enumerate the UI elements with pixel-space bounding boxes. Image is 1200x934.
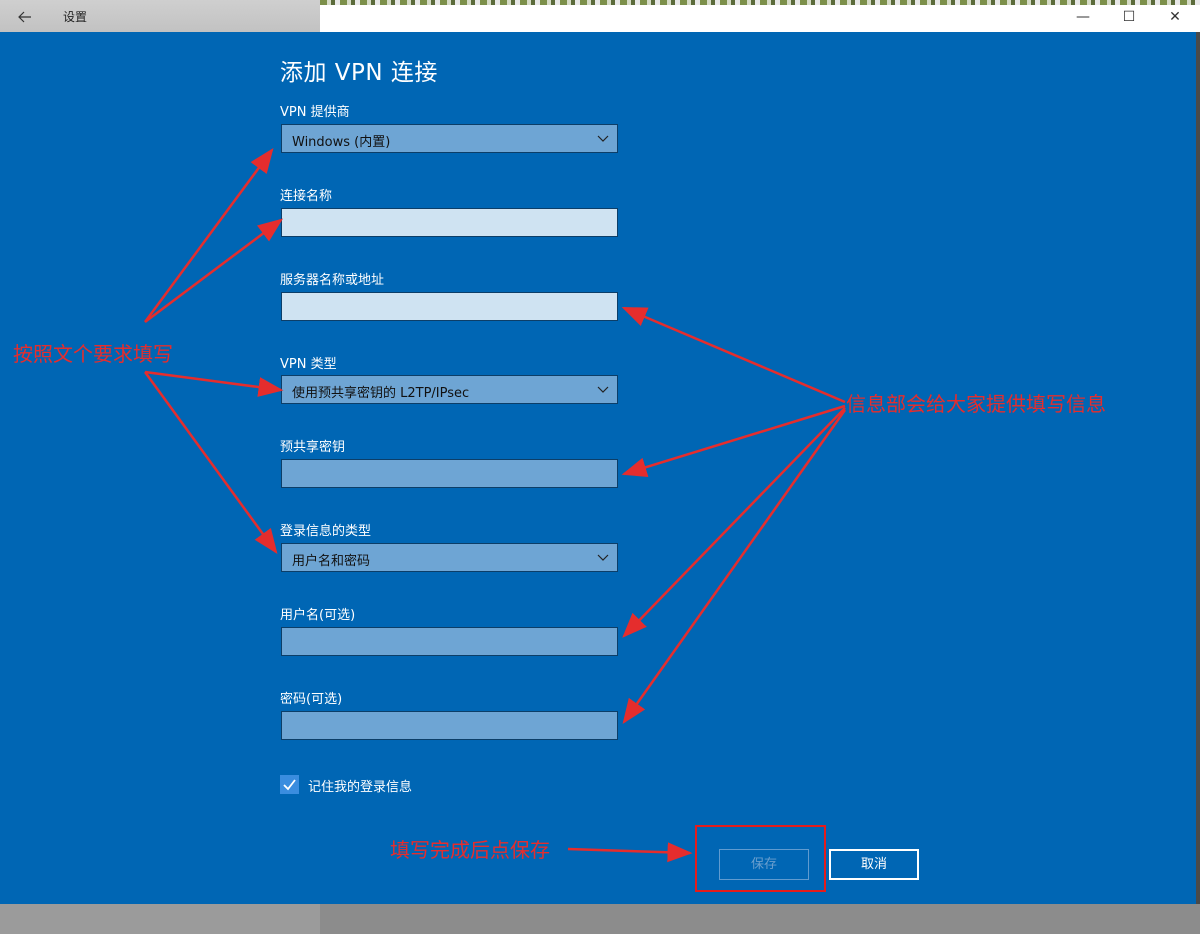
- connection-name-label: 连接名称: [280, 189, 333, 204]
- annotation-left-note: 按照文个要求填写: [13, 342, 173, 366]
- back-button[interactable]: [12, 5, 38, 29]
- chevron-down-icon: [597, 135, 609, 142]
- annotation-right-note: 信息部会给大家提供填写信息: [846, 392, 1106, 416]
- server-label: 服务器名称或地址: [280, 273, 385, 288]
- signin-type-value: 用户名和密码: [292, 554, 371, 569]
- vpn-type-label: VPN 类型: [280, 357, 337, 372]
- password-input[interactable]: [281, 711, 618, 740]
- close-button[interactable]: ✕: [1161, 4, 1189, 30]
- annotation-bottom-note: 填写完成后点保存: [390, 838, 550, 862]
- app-title: 设置: [63, 10, 88, 24]
- server-input[interactable]: [281, 292, 618, 321]
- signin-type-label: 登录信息的类型: [280, 524, 372, 539]
- psk-input[interactable]: [281, 459, 618, 488]
- maximize-button[interactable]: ☐: [1115, 4, 1143, 30]
- background-strip: [320, 0, 1200, 5]
- username-input[interactable]: [281, 627, 618, 656]
- minimize-button[interactable]: —: [1069, 4, 1097, 30]
- provider-label: VPN 提供商: [280, 105, 350, 120]
- chevron-down-icon: [597, 386, 609, 393]
- arrow-left-icon: [18, 11, 31, 23]
- provider-value: Windows (内置): [292, 135, 391, 150]
- save-highlight-box: [695, 825, 826, 892]
- remember-checkbox[interactable]: [280, 775, 299, 794]
- username-label: 用户名(可选): [280, 608, 356, 623]
- provider-dropdown[interactable]: Windows (内置): [281, 124, 618, 153]
- psk-label: 预共享密钥: [280, 440, 346, 455]
- checkmark-icon: [283, 779, 296, 791]
- chevron-down-icon: [597, 554, 609, 561]
- remember-label: 记住我的登录信息: [308, 780, 413, 795]
- vpn-type-dropdown[interactable]: 使用预共享密钥的 L2TP/IPsec: [281, 375, 618, 404]
- password-label: 密码(可选): [280, 692, 343, 707]
- window-edge: [1196, 32, 1200, 904]
- vpn-type-value: 使用预共享密钥的 L2TP/IPsec: [292, 386, 470, 401]
- connection-name-input[interactable]: [281, 208, 618, 237]
- page-title: 添加 VPN 连接: [280, 60, 438, 86]
- title-bar-left-region: [0, 0, 320, 32]
- signin-type-dropdown[interactable]: 用户名和密码: [281, 543, 618, 572]
- cancel-button[interactable]: 取消: [829, 849, 919, 880]
- taskbar-strip-left: [0, 904, 320, 934]
